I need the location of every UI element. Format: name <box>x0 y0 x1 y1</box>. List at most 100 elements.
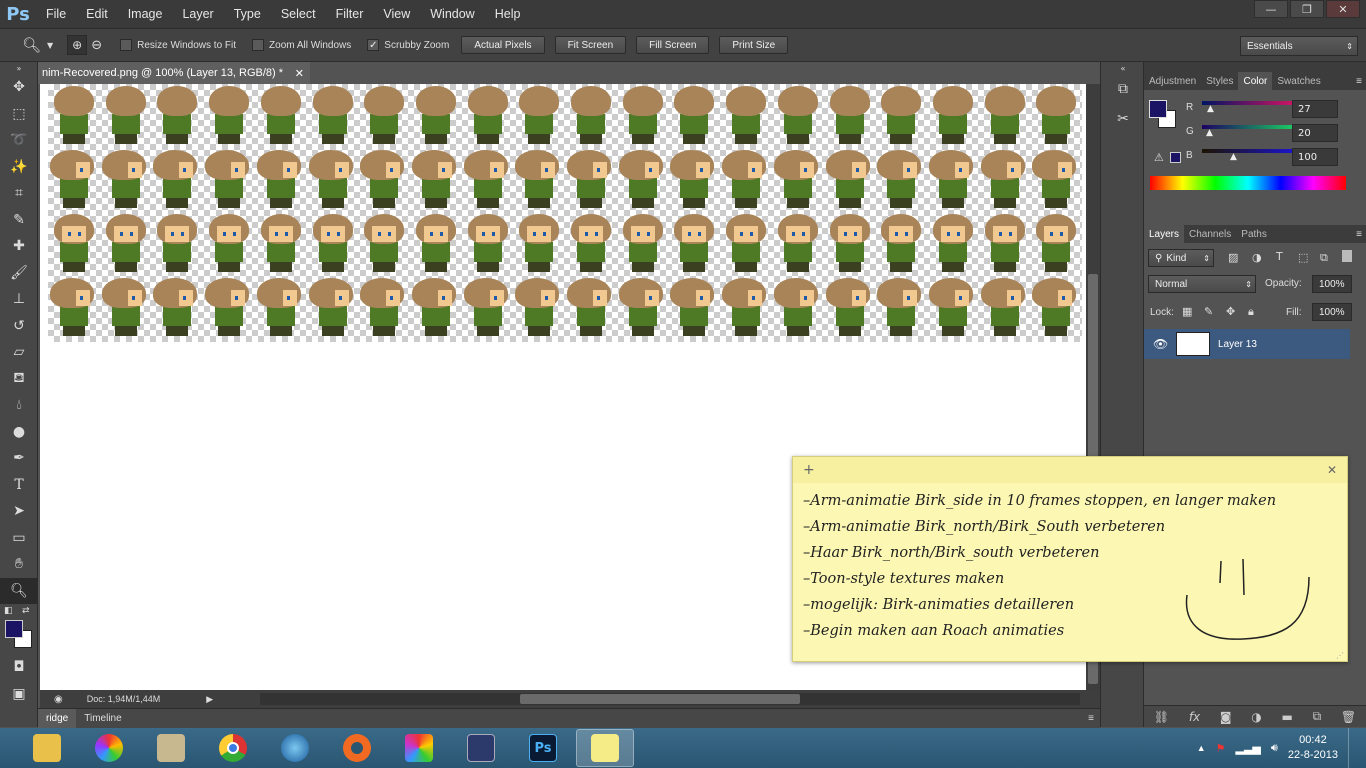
lock-position-icon[interactable]: ✥ <box>1226 305 1235 318</box>
document-tab[interactable]: nim-Recovered.png @ 100% (Layer 13, RGB/… <box>38 62 310 84</box>
resize-grip-icon[interactable]: ⋰ <box>1336 651 1344 660</box>
filter-type-icon[interactable]: T <box>1276 250 1283 263</box>
link-layers-icon[interactable]: ⛓︎ <box>1154 710 1169 724</box>
dodge-tool-icon[interactable]: ● <box>0 419 38 446</box>
tab-color[interactable]: Color <box>1238 72 1273 90</box>
taskbar-file-explorer[interactable] <box>18 729 76 767</box>
path-selection-tool-icon[interactable]: ➤ <box>0 498 38 525</box>
paint-bucket-tool-icon[interactable]: ⛾ <box>0 366 38 393</box>
add-mask-icon[interactable]: ◙ <box>1220 710 1232 724</box>
color-swatches[interactable]: ◧ ⇄ <box>0 604 38 654</box>
menu-help[interactable]: Help <box>485 7 531 21</box>
zoom-tool-icon[interactable]: 🔍︎ <box>22 36 41 54</box>
taskbar-picasa[interactable] <box>80 729 138 767</box>
blur-tool-icon[interactable]: 💧︎ <box>0 392 38 419</box>
show-desktop-button[interactable] <box>1348 728 1358 768</box>
tool-preset-dropdown-icon[interactable]: ▼ <box>47 41 53 50</box>
taskbar-media-creator[interactable] <box>452 729 510 767</box>
tray-expand-icon[interactable]: ▲ <box>1197 743 1206 753</box>
dock-collapse-icon[interactable]: « <box>1101 62 1145 74</box>
taskbar-paint-tool[interactable] <box>390 729 448 767</box>
eyedropper-tool-icon[interactable]: ✎ <box>0 207 38 234</box>
rectangle-tool-icon[interactable]: ▭ <box>0 525 38 552</box>
taskbar-sticky-notes[interactable] <box>576 729 634 767</box>
b-slider-thumb-icon[interactable]: ▲ <box>1230 152 1237 162</box>
fit-screen-button[interactable]: Fit Screen <box>554 36 627 54</box>
r-slider-thumb-icon[interactable]: ▲ <box>1207 104 1214 114</box>
menu-select[interactable]: Select <box>271 7 326 21</box>
quick-mask-icon[interactable]: ◘ <box>0 654 38 681</box>
zoom-out-icon[interactable]: ⊖ <box>91 38 102 53</box>
healing-brush-tool-icon[interactable]: ✚ <box>0 233 38 260</box>
menu-type[interactable]: Type <box>224 7 271 21</box>
menu-image[interactable]: Image <box>118 7 173 21</box>
clock[interactable]: 00:42 22-8-2013 <box>1288 733 1338 763</box>
resize-windows-checkbox[interactable] <box>120 39 133 51</box>
close-button[interactable]: ✕ <box>1326 0 1360 18</box>
hand-tool-icon[interactable]: ✋︎ <box>0 551 38 578</box>
lock-all-icon[interactable]: 🔒︎ <box>1248 305 1254 319</box>
sticky-note[interactable]: + ✕ –Arm-animatie Birk_side in 10 frames… <box>792 456 1348 662</box>
filter-pixel-icon[interactable]: ▨ <box>1228 251 1238 264</box>
bottom-panel-menu-icon[interactable]: ≡ <box>1088 713 1094 724</box>
filter-adjustment-icon[interactable]: ◑ <box>1252 251 1262 264</box>
layer-row[interactable]: 👁︎ Layer 13 <box>1144 329 1350 359</box>
taskbar-chrome[interactable] <box>204 729 262 767</box>
zoom-in-icon[interactable]: ⊕ <box>67 35 88 55</box>
color-panel-menu-icon[interactable]: ≡ <box>1356 76 1362 87</box>
scrubby-zoom-checkbox[interactable]: ✓ <box>367 39 380 51</box>
tab-paths[interactable]: Paths <box>1236 225 1272 243</box>
filter-shape-icon[interactable]: ⬚ <box>1298 251 1308 264</box>
history-panel-icon[interactable]: ⧉ <box>1101 74 1145 104</box>
close-document-icon[interactable]: ✕ <box>295 67 304 80</box>
history-brush-tool-icon[interactable]: ↺ <box>0 313 38 340</box>
scrubby-zoom-option[interactable]: ✓ Scrubby Zoom <box>367 39 449 51</box>
lasso-tool-icon[interactable]: ➰ <box>0 127 38 154</box>
layers-panel-menu-icon[interactable]: ≡ <box>1356 229 1362 240</box>
actual-pixels-button[interactable]: Actual Pixels <box>461 36 545 54</box>
fill-input[interactable]: 100% <box>1312 303 1352 321</box>
clone-stamp-tool-icon[interactable]: ⊥ <box>0 286 38 313</box>
zoom-all-option[interactable]: Zoom All Windows <box>252 39 351 51</box>
taskbar-browser[interactable] <box>266 729 324 767</box>
brush-tool-icon[interactable]: 🖌︎ <box>0 260 38 287</box>
tab-timeline[interactable]: Timeline <box>76 713 129 724</box>
menu-window[interactable]: Window <box>420 7 484 21</box>
tab-adjustments[interactable]: Adjustmen <box>1144 72 1201 90</box>
opacity-input[interactable]: 100% <box>1312 275 1352 293</box>
status-arrow-icon[interactable]: ▶ <box>206 694 213 705</box>
horizontal-scroll-thumb[interactable] <box>520 694 800 704</box>
magic-wand-tool-icon[interactable]: ✨ <box>0 154 38 181</box>
color-spectrum[interactable] <box>1150 176 1346 190</box>
taskbar-origin[interactable] <box>328 729 386 767</box>
zoom-tool-selected-icon[interactable]: 🔍︎ <box>0 577 38 604</box>
eraser-tool-icon[interactable]: ▱ <box>0 339 38 366</box>
layer-name[interactable]: Layer 13 <box>1218 339 1257 350</box>
tab-styles[interactable]: Styles <box>1201 72 1238 90</box>
tab-mini-bridge[interactable]: ridge <box>38 708 77 729</box>
filter-smart-object-icon[interactable]: ⧉ <box>1320 251 1328 265</box>
tab-layers[interactable]: Layers <box>1144 225 1185 243</box>
horizontal-scrollbar[interactable] <box>260 693 1080 705</box>
layer-filter-select[interactable]: ⚲ Kind ⇕ <box>1148 249 1214 267</box>
swap-colors-icon[interactable]: ⇄ <box>22 606 30 616</box>
layer-style-icon[interactable]: fx <box>1189 710 1200 724</box>
print-size-button[interactable]: Print Size <box>719 36 789 54</box>
adjustment-layer-icon[interactable]: ◑ <box>1251 710 1261 724</box>
screen-mode-icon[interactable]: ▣ <box>0 681 38 708</box>
visibility-eye-icon[interactable]: 👁︎ <box>1153 337 1168 351</box>
gamut-swatch[interactable] <box>1170 152 1181 163</box>
panel-collapse-icon[interactable]: » <box>0 62 38 74</box>
menu-layer[interactable]: Layer <box>172 7 223 21</box>
foreground-color-swatch[interactable] <box>5 620 23 638</box>
menu-edit[interactable]: Edit <box>76 7 118 21</box>
restore-button[interactable]: ❐ <box>1290 0 1324 18</box>
new-layer-icon[interactable]: ⧉ <box>1313 709 1322 724</box>
g-input[interactable]: 20 <box>1292 124 1338 142</box>
color-fg-swatch[interactable] <box>1149 100 1167 118</box>
crop-tool-icon[interactable]: ⌗ <box>0 180 38 207</box>
lock-transparent-icon[interactable]: ▦ <box>1182 305 1192 318</box>
taskbar-notepad[interactable] <box>142 729 200 767</box>
network-signal-icon[interactable]: ▂▃▅ <box>1236 742 1261 755</box>
menu-file[interactable]: File <box>36 7 76 21</box>
